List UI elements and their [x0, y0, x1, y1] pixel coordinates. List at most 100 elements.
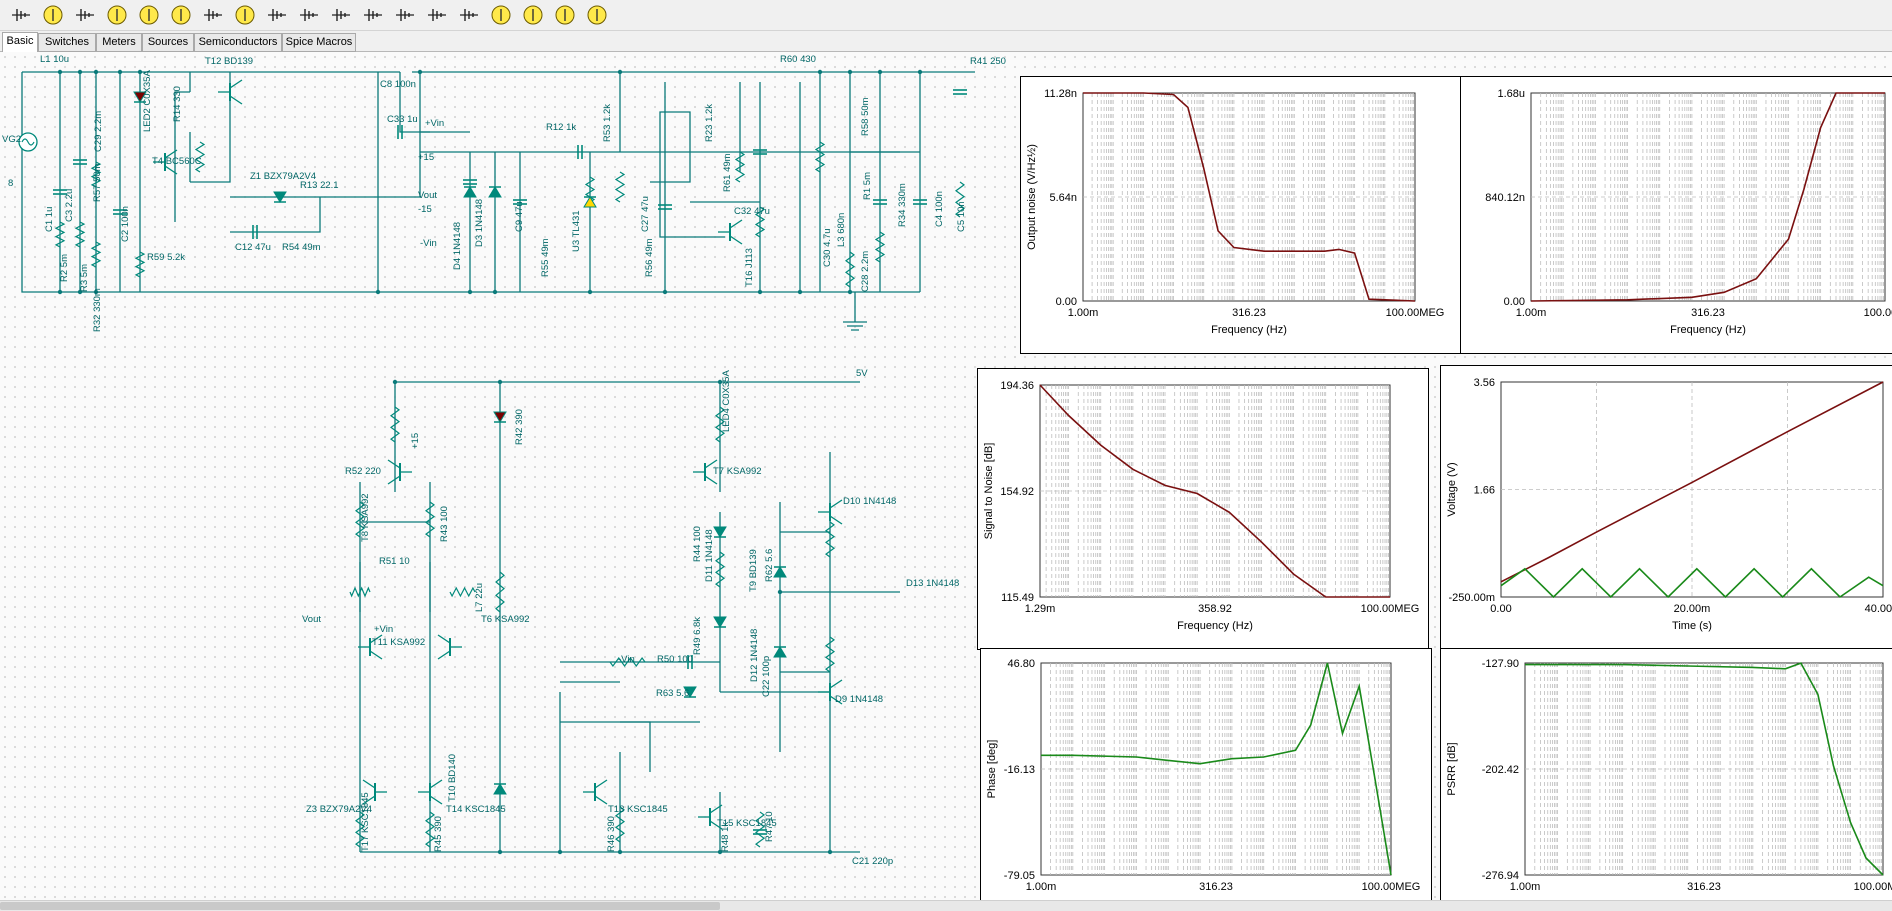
- component-label: -15: [418, 204, 432, 215]
- voltage-probe-icon[interactable]: [136, 2, 162, 28]
- component-label: R2 5m: [59, 254, 70, 282]
- component-label: +15: [410, 433, 421, 449]
- diode-icon[interactable]: [424, 2, 450, 28]
- ib-meter-icon[interactable]: [552, 2, 578, 28]
- diode-symbol: [493, 411, 507, 423]
- plot-signal-to-noise[interactable]: 194.36 154.92 115.49 1.29m 358.92 100.00MEG Fr…: [977, 368, 1429, 650]
- component-label: R50 100: [657, 654, 693, 665]
- component-label: C32 47u: [734, 206, 770, 217]
- x-axis-label: Time (s): [1672, 620, 1712, 632]
- y-tick-label: 46.80: [1007, 658, 1035, 670]
- resistor-symbol: [54, 221, 66, 248]
- component-label: C5 10n: [956, 201, 967, 232]
- component-label: R59 5.2k: [147, 252, 185, 263]
- plot-phase[interactable]: 46.80 -16.13 -79.05 1.00m 316.23 100.00MEG Pha…: [980, 648, 1432, 902]
- tab-basic[interactable]: Basic: [2, 32, 38, 53]
- x-tick-label: 0.00: [1490, 603, 1511, 615]
- junction-dot: [417, 69, 423, 75]
- junction-dot: [917, 69, 923, 75]
- x-tick-label: 316.23: [1691, 307, 1725, 319]
- transformer-icon[interactable]: [328, 2, 354, 28]
- transistor-symbol: [829, 679, 843, 689]
- x-tick-label: 1.00m: [1510, 881, 1541, 893]
- x-tick-label: 316.23: [1232, 307, 1266, 319]
- id-meter-icon[interactable]: [488, 2, 514, 28]
- junction-dot: [777, 589, 783, 595]
- tab-spice-macros[interactable]: Spice Macros: [282, 33, 356, 52]
- component-label: -Vin: [420, 238, 437, 249]
- resistor-symbol: [734, 151, 746, 183]
- plot-output-noise[interactable]: 11.28n 5.64n 0.00 1.00m 316.23 100.00MEG Frequ…: [1020, 76, 1462, 354]
- voltmeter-icon[interactable]: [40, 2, 66, 28]
- component-toolbar: [0, 0, 1892, 31]
- switch-icon[interactable]: [392, 2, 418, 28]
- transistor-symbol: [429, 779, 443, 789]
- inductor-icon[interactable]: [296, 2, 322, 28]
- ie-meter-icon[interactable]: [584, 2, 610, 28]
- horizontal-scrollbar[interactable]: [0, 900, 1892, 911]
- component-tabs: Basic Switches Meters Sources Semiconduc…: [0, 31, 1892, 53]
- ammeter-icon[interactable]: [104, 2, 130, 28]
- component-label: C22 100p: [761, 656, 772, 697]
- component-label: C33 1u: [387, 114, 418, 125]
- component-label: T14 KSC1845: [446, 804, 506, 815]
- x-tick-label: 100.00MEG: [1854, 881, 1892, 893]
- capacitor-icon[interactable]: [264, 2, 290, 28]
- resistor-symbol: [74, 221, 86, 248]
- plot-output-noise-2[interactable]: 1.68u840.12n0.001.00m316.23100.00MFreque…: [1460, 76, 1892, 354]
- component-label: T4 BC560C: [152, 156, 202, 167]
- component-label: -15: [0, 52, 14, 55]
- y-tick-label: 840.12n: [1485, 192, 1525, 204]
- component-label: U3 TL431: [571, 210, 582, 252]
- resistor-icon[interactable]: [200, 2, 226, 28]
- junction-dot: [497, 849, 503, 855]
- component-label: R58 50m: [860, 97, 871, 136]
- terminal-icon[interactable]: [456, 2, 482, 28]
- resistor-symbol: [90, 241, 102, 268]
- ground-icon[interactable]: [8, 2, 34, 28]
- component-label: T7 KSA992: [713, 466, 762, 477]
- transistor-symbol: [437, 650, 451, 660]
- component-label: R34 330m: [897, 183, 908, 227]
- y-axis-label: PSRR [dB]: [1446, 742, 1458, 795]
- diode-symbol: [773, 646, 787, 658]
- x-tick-label: 358.92: [1198, 603, 1232, 615]
- current-probe-icon[interactable]: [168, 2, 194, 28]
- component-label: R45 390: [433, 816, 444, 852]
- component-label: R56 49m: [644, 238, 655, 277]
- x-tick-label: 40.00m: [1865, 603, 1892, 615]
- battery-icon[interactable]: [72, 2, 98, 28]
- component-label: L1 10u: [40, 54, 69, 65]
- plot-transient-voltage[interactable]: 3.56 1.66 -250.00m0.00 20.00m 40.00m Time (s)…: [1440, 365, 1892, 650]
- y-tick-label: 3.56: [1474, 377, 1495, 389]
- component-label: T16 J113: [744, 248, 755, 287]
- transistor-symbol: [369, 650, 383, 660]
- component-label: VG2: [2, 134, 21, 145]
- tab-meters[interactable]: Meters: [96, 33, 142, 52]
- junction-dot: [77, 69, 83, 75]
- y-tick-label: 154.92: [1000, 486, 1034, 498]
- component-label: T9 BD139: [748, 549, 759, 592]
- component-label: R1 5m: [862, 172, 873, 200]
- scrollbar-thumb[interactable]: [0, 902, 720, 910]
- component-label: T6 KSA992: [481, 614, 530, 625]
- junction-dot: [117, 69, 123, 75]
- component-label: R52 220: [345, 466, 381, 477]
- x-tick-label: 20.00m: [1674, 603, 1711, 615]
- ic-meter-icon[interactable]: [520, 2, 546, 28]
- component-label: T10 BD140: [447, 754, 458, 802]
- component-label: R12 1k: [546, 122, 576, 133]
- potentiometer-icon[interactable]: [232, 2, 258, 28]
- junction-dot: [757, 289, 763, 295]
- x-axis-label: Frequency (Hz): [1670, 324, 1746, 336]
- junction-dot: [375, 289, 381, 295]
- coupled-inductor-icon[interactable]: [360, 2, 386, 28]
- component-label: R55 49m: [540, 238, 551, 277]
- resistor-symbol: [824, 521, 836, 558]
- component-label: R46 390: [606, 816, 617, 852]
- tab-sources[interactable]: Sources: [142, 33, 194, 52]
- plot-psrr[interactable]: -127.90-202.42-276.941.00m316.23100.00ME…: [1440, 648, 1892, 902]
- transistor-symbol: [594, 779, 608, 789]
- tab-semiconductors[interactable]: Semiconductors: [194, 33, 282, 52]
- tab-switches[interactable]: Switches: [38, 33, 96, 52]
